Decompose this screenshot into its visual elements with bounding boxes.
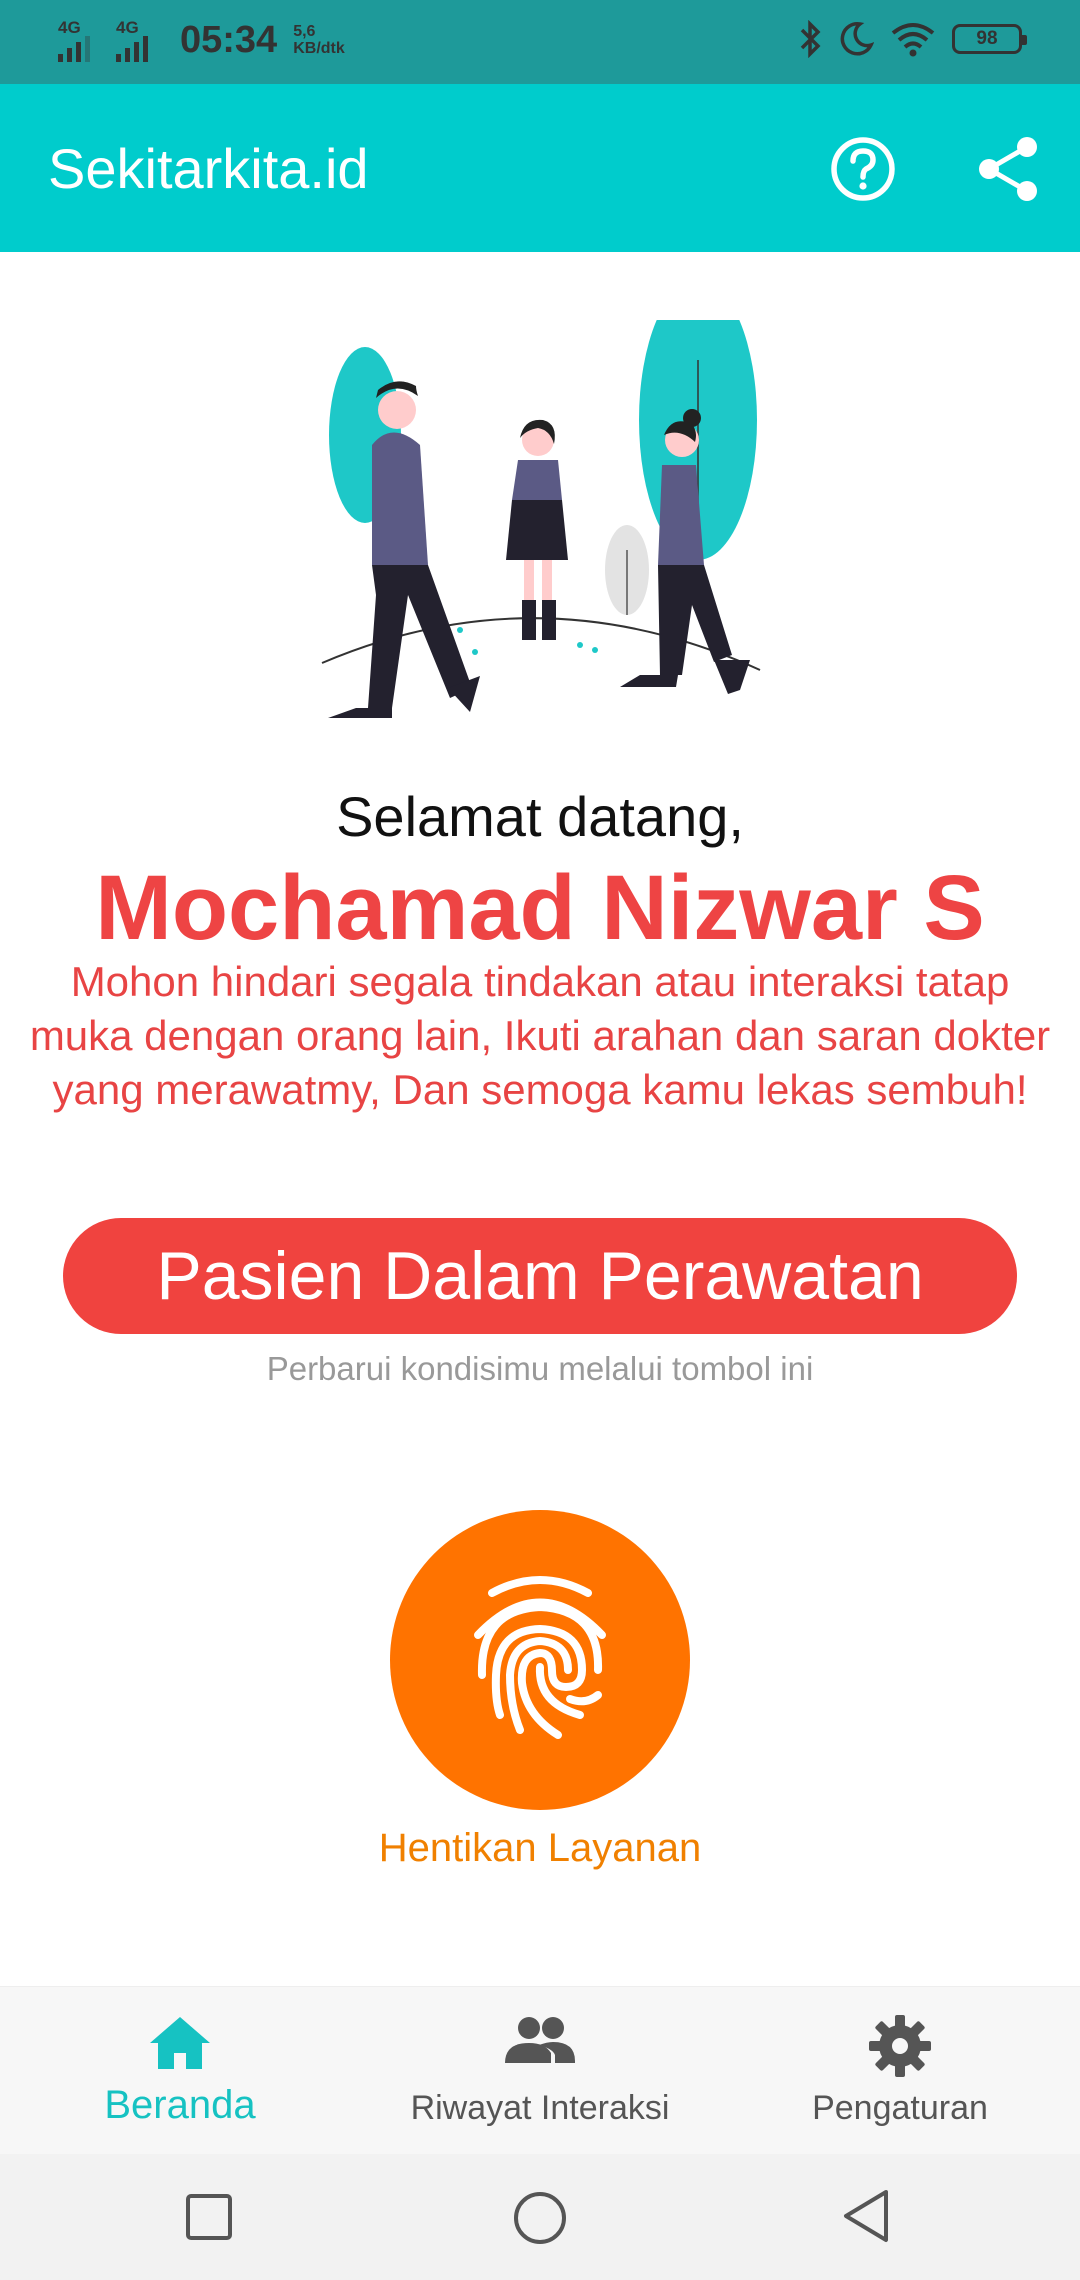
moon-icon bbox=[840, 22, 874, 56]
speed-unit: KB/dtk bbox=[293, 40, 345, 57]
status-bar: 4G 4G 05:34 5,6 KB/dtk 98 bbox=[0, 0, 1080, 84]
welcome-text: Selamat datang, bbox=[336, 785, 744, 848]
advice-message: Mohon hindari segala tindakan atau inter… bbox=[29, 958, 1051, 1113]
patient-status-button[interactable]: Pasien Dalam Perawatan bbox=[63, 1218, 1017, 1334]
battery-level: 98 bbox=[976, 28, 998, 49]
bluetooth-icon bbox=[800, 20, 821, 58]
nav-item-pengaturan[interactable]: Pengaturan bbox=[720, 1987, 1080, 2154]
people-walking-illustration bbox=[321, 320, 761, 718]
stop-service-label[interactable]: Hentikan Layanan bbox=[0, 1826, 1080, 1871]
status-left: 4G 4G 05:34 5,6 KB/dtk bbox=[58, 18, 345, 62]
help-icon[interactable] bbox=[828, 134, 898, 204]
signal-indicator-2: 4G bbox=[116, 18, 164, 62]
user-name: Mochamad Nizwar S bbox=[95, 857, 985, 959]
signal-indicator-1: 4G bbox=[58, 18, 106, 62]
share-icon[interactable] bbox=[970, 134, 1046, 204]
fingerprint-icon bbox=[474, 1576, 606, 1739]
nav-label-riwayat-interaksi: Riwayat Interaksi bbox=[410, 2089, 670, 2127]
app-bar: Sekitarkita.id bbox=[0, 84, 1080, 252]
home-circle-icon[interactable] bbox=[512, 2190, 568, 2246]
bottom-navigation: Beranda Riwayat Interaksi Pengaturan bbox=[0, 1986, 1080, 2154]
people-icon bbox=[505, 2017, 575, 2063]
status-right: 98 bbox=[798, 20, 1027, 58]
wifi-icon bbox=[891, 23, 935, 57]
nav-label-pengaturan: Pengaturan bbox=[812, 2089, 988, 2127]
signal-label-2: 4G bbox=[116, 18, 139, 37]
speed-value: 5,6 bbox=[293, 23, 316, 40]
system-navigation-bar bbox=[0, 2154, 1080, 2280]
recents-icon[interactable] bbox=[186, 2194, 232, 2240]
nav-label-beranda: Beranda bbox=[104, 2083, 256, 2127]
app-title: Sekitarkita.id bbox=[48, 137, 369, 200]
fingerprint-button[interactable] bbox=[390, 1510, 690, 1810]
gear-icon bbox=[869, 2015, 931, 2077]
back-icon[interactable] bbox=[842, 2188, 892, 2244]
network-speed: 5,6 KB/dtk bbox=[293, 23, 345, 57]
home-icon bbox=[150, 2017, 210, 2069]
battery-icon: 98 bbox=[952, 24, 1027, 54]
patient-status-label: Pasien Dalam Perawatan bbox=[156, 1238, 924, 1314]
nav-item-riwayat-interaksi[interactable]: Riwayat Interaksi bbox=[360, 1987, 720, 2154]
nav-item-beranda[interactable]: Beranda bbox=[0, 1987, 360, 2154]
signal-label-1: 4G bbox=[58, 18, 81, 37]
clock: 05:34 bbox=[180, 18, 278, 61]
status-hint: Perbarui kondisimu melalui tombol ini bbox=[266, 1350, 814, 1387]
